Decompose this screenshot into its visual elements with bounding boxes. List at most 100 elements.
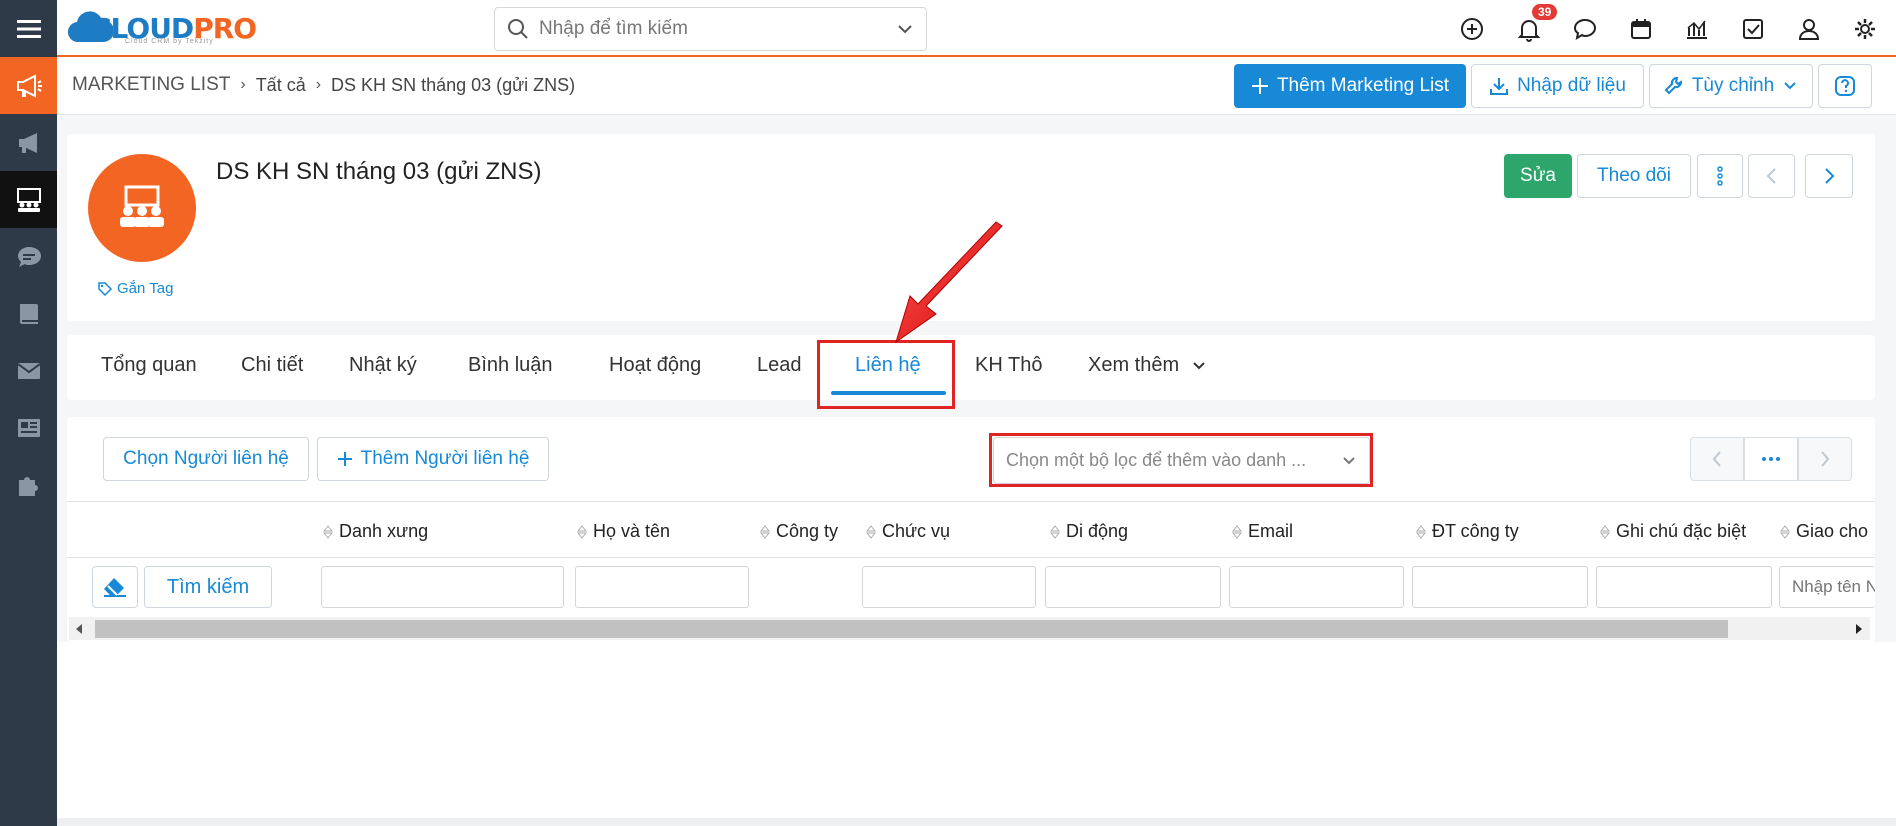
breadcrumb-current: DS KH SN tháng 03 (gửi ZNS) [331,74,576,95]
column-header-company-phone[interactable]: ĐT công ty [1416,521,1519,542]
column-header-email[interactable]: Email [1232,521,1293,542]
logo-subtitle: Cloud CRM by Tekzity [125,38,214,45]
column-header-assigned-to[interactable]: Giao cho [1780,521,1868,542]
column-header-company[interactable]: Công ty [760,521,838,542]
tasks-button[interactable] [1738,14,1768,44]
group-presentation-icon [120,185,164,227]
tab-comments[interactable]: Bình luận [468,354,553,377]
hamburger-menu-button[interactable] [0,0,57,57]
global-search[interactable] [494,7,927,51]
search-icon [508,19,528,39]
gear-icon [1855,19,1875,39]
sort-icon [1050,524,1060,539]
highlight-box-contacts-tab [817,340,955,409]
sidebar-item-extensions[interactable] [0,456,57,513]
empty-content-area [57,642,1896,818]
divider [67,557,1875,558]
column-header-salutation[interactable]: Danh xưng [323,521,428,542]
scrollbar-thumb[interactable] [95,620,1728,638]
plus-circle-icon [1461,18,1483,40]
chevron-down-icon[interactable] [896,20,914,38]
sort-icon [760,524,770,539]
top-bar: CLOUDPRO Cloud CRM by Tekzity 39 [57,0,1896,57]
vertical-dots-icon [1717,166,1723,186]
tab-details[interactable]: Chi tiết [241,354,303,377]
filter-input-email[interactable] [1229,566,1404,608]
reports-button[interactable] [1682,14,1712,44]
book-icon [19,303,38,324]
edit-button[interactable]: Sửa [1504,154,1572,198]
breadcrumb-all[interactable]: Tất cả [256,75,306,96]
footer-strip [57,818,1896,826]
tab-activities[interactable]: Hoạt động [609,354,701,377]
chevron-left-icon [1712,451,1721,467]
scroll-right-icon[interactable] [1854,622,1864,636]
cloudpro-logo[interactable]: CLOUDPRO Cloud CRM by Tekzity [67,6,257,50]
page-more-button[interactable] [1744,437,1798,481]
sidebar-item-reports[interactable] [0,399,57,456]
sidebar-item-marketing-list[interactable] [0,171,57,228]
previous-record-button[interactable] [1748,154,1795,198]
sidebar-item-marketing[interactable] [0,57,57,114]
add-tag-link[interactable]: Gắn Tag [97,280,173,297]
column-header-special-notes[interactable]: Ghi chú đặc biệt [1600,521,1746,542]
filter-input-company-phone[interactable] [1412,566,1588,608]
page-next-button[interactable] [1798,437,1852,481]
notification-badge: 39 [1532,4,1558,20]
filter-input-special-notes[interactable] [1596,566,1772,608]
sidebar-item-knowledge[interactable] [0,285,57,342]
add-marketing-list-button[interactable]: Thêm Marketing List [1234,64,1466,108]
column-header-mobile[interactable]: Di động [1050,521,1128,542]
search-filter-button[interactable]: Tìm kiếm [144,566,272,608]
column-header-position[interactable]: Chức vụ [866,521,950,542]
calendar-button[interactable] [1626,14,1656,44]
plus-icon [1251,78,1268,94]
user-icon [1798,19,1820,40]
sort-icon [1416,524,1426,539]
chevron-left-icon [1766,168,1776,184]
tab-raw-customers[interactable]: KH Thô [975,354,1042,377]
breadcrumb-root[interactable]: MARKETING LIST [72,74,230,96]
sidebar-item-chat[interactable] [0,228,57,285]
help-button[interactable] [1818,64,1872,108]
messages-button[interactable] [1570,14,1600,44]
tab-overview[interactable]: Tổng quan [101,354,197,377]
filter-input-full-name[interactable] [575,566,749,608]
follow-button[interactable]: Theo dõi [1577,154,1691,198]
tab-log[interactable]: Nhật ký [349,354,417,377]
tab-more[interactable]: Xem thêm [1088,354,1207,377]
user-profile-button[interactable] [1794,14,1824,44]
speech-bubble-icon [1573,18,1597,41]
customize-dropdown-button[interactable]: Tùy chỉnh [1649,64,1813,108]
filter-input-salutation[interactable] [321,566,564,608]
filter-input-assigned-to[interactable] [1779,566,1875,608]
tag-icon [98,281,113,296]
column-header-clip: Giao cho [1780,516,1875,548]
filter-input-mobile[interactable] [1045,566,1221,608]
scroll-left-icon[interactable] [74,622,84,636]
calendar-icon [1631,19,1651,39]
settings-button[interactable] [1850,14,1880,44]
add-contact-button[interactable]: Thêm Người liên hệ [317,437,549,481]
sidebar-item-email[interactable] [0,342,57,399]
import-data-button[interactable]: Nhập dữ liệu [1471,64,1644,108]
filter-input-position[interactable] [862,566,1036,608]
clear-filters-button[interactable] [92,566,138,608]
select-contact-button[interactable]: Chọn Người liên hệ [103,437,309,481]
search-input[interactable] [539,18,896,40]
sort-icon [1232,524,1242,539]
next-record-button[interactable] [1805,154,1853,198]
page-previous-button[interactable] [1690,437,1744,481]
record-title: DS KH SN tháng 03 (gửi ZNS) [216,158,542,185]
column-header-full-name[interactable]: Họ và tên [577,521,670,542]
left-sidebar [0,0,57,826]
quick-create-button[interactable] [1457,14,1487,44]
tab-lead[interactable]: Lead [757,354,802,377]
chevron-down-icon [1784,82,1796,90]
sort-icon [866,524,876,539]
more-actions-button[interactable] [1697,154,1743,198]
checkbox-icon [1743,19,1763,39]
chevron-right-icon [1825,168,1835,184]
notifications-button[interactable]: 39 [1514,4,1558,44]
sidebar-item-campaigns[interactable] [0,114,57,171]
